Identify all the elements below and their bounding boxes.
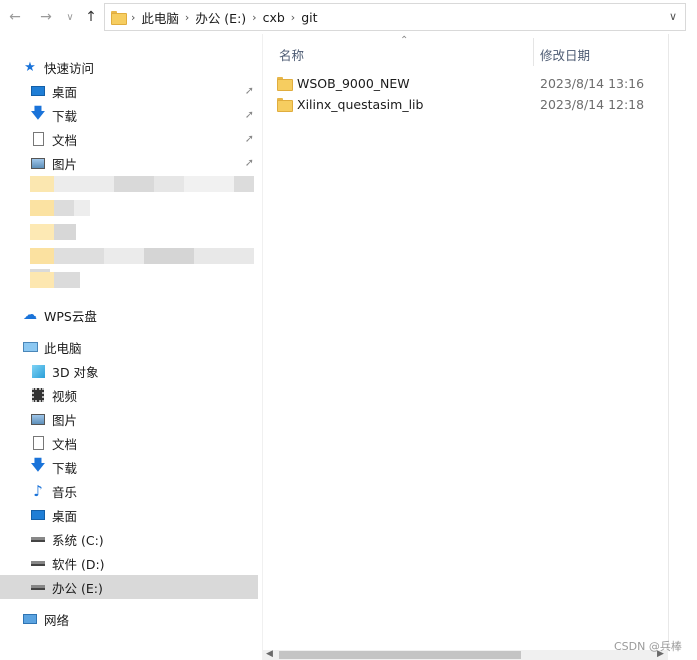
- nav-label: 桌面: [52, 84, 78, 100]
- download-icon: 🡇: [30, 455, 46, 474]
- breadcrumb-this-pc[interactable]: 此电脑: [141, 8, 179, 27]
- nav-label: 下载: [52, 460, 78, 476]
- drive-icon: [30, 579, 46, 595]
- nav-this-pc[interactable]: 此电脑: [22, 335, 82, 359]
- download-icon: 🡇: [30, 103, 46, 122]
- pin-icon[interactable]: ➚: [245, 132, 254, 145]
- nav-label: 图片: [52, 412, 78, 428]
- pin-icon[interactable]: ➚: [245, 84, 254, 97]
- chevron-down-icon[interactable]: ∨: [61, 8, 79, 26]
- chevron-right-icon[interactable]: ›: [185, 11, 189, 24]
- nav-label: 系统 (C:): [52, 532, 104, 548]
- file-list: ⌃ 名称 修改日期 WSOB_9000_NEW 2023/8/14 13:16 …: [263, 34, 697, 650]
- column-divider[interactable]: [533, 38, 534, 66]
- breadcrumb-git[interactable]: git: [301, 10, 317, 25]
- nav-label: WPS云盘: [44, 308, 97, 324]
- star-icon: ★: [24, 59, 36, 75]
- nav-item-downloads-pc[interactable]: 🡇 下载: [30, 455, 77, 479]
- computer-icon: [22, 339, 38, 355]
- desktop-icon: [30, 507, 46, 523]
- nav-item-pictures-pc[interactable]: 图片: [30, 407, 77, 431]
- picture-icon: [30, 411, 46, 427]
- pin-icon[interactable]: ➚: [245, 108, 254, 121]
- nav-item-pictures[interactable]: 图片 ➚: [30, 151, 260, 175]
- obscured-row: [30, 198, 90, 218]
- column-header-name[interactable]: 名称: [279, 42, 304, 66]
- document-icon: [30, 131, 46, 147]
- folder-icon: [277, 77, 293, 91]
- nav-label: 文档: [52, 436, 78, 452]
- nav-quick-access[interactable]: ★ 快速访问: [22, 55, 94, 79]
- breadcrumb-drive-e[interactable]: 办公 (E:): [195, 8, 246, 27]
- nav-label: 下载: [52, 108, 78, 124]
- nav-label: 文档: [52, 132, 78, 148]
- nav-network[interactable]: 网络: [22, 607, 69, 631]
- folder-icon: [277, 98, 293, 112]
- cloud-icon: ☁: [23, 307, 37, 323]
- nav-item-music[interactable]: ♪ 音乐: [30, 479, 77, 503]
- nav-item-desktop[interactable]: 桌面 ➚: [30, 79, 260, 103]
- file-date: 2023/8/14 13:16: [540, 75, 645, 91]
- document-icon: [30, 435, 46, 451]
- network-icon: [22, 611, 38, 627]
- drive-icon: [30, 531, 46, 547]
- nav-label: 图片: [52, 156, 78, 172]
- nav-label: 视频: [52, 388, 78, 404]
- nav-label: 网络: [44, 612, 70, 628]
- file-row[interactable]: WSOB_9000_NEW 2023/8/14 13:16: [277, 73, 687, 93]
- folder-icon: [111, 11, 127, 25]
- desktop-icon: [30, 83, 46, 99]
- nav-item-documents[interactable]: 文档 ➚: [30, 127, 260, 151]
- obscured-row: [30, 174, 254, 194]
- picture-icon: [30, 155, 46, 171]
- address-toolbar: ← → ∨ ↑ › 此电脑 › 办公 (E:) › cxb › git ∨: [0, 0, 697, 34]
- nav-item-3d-objects[interactable]: 3D 对象: [30, 359, 99, 383]
- arrow-up-icon[interactable]: ↑: [82, 8, 100, 26]
- obscured-row: [30, 270, 80, 290]
- drive-icon: [30, 555, 46, 571]
- nav-item-downloads[interactable]: 🡇 下载 ➚: [30, 103, 260, 127]
- watermark: CSDN @兵棒: [614, 640, 682, 653]
- nav-item-documents-pc[interactable]: 文档: [30, 431, 77, 455]
- nav-item-drive-d[interactable]: 软件 (D:): [30, 551, 105, 575]
- nav-label: 音乐: [52, 484, 78, 500]
- chevron-right-icon[interactable]: ›: [131, 11, 135, 24]
- address-dropdown-icon[interactable]: ∨: [669, 10, 677, 23]
- file-name: Xilinx_questasim_lib: [297, 96, 424, 112]
- nav-label: 桌面: [52, 508, 78, 524]
- nav-label: 3D 对象: [52, 364, 99, 380]
- nav-label: 快速访问: [44, 60, 95, 76]
- navigation-pane: ★ 快速访问 桌面 ➚ 🡇 下载 ➚ 文档 ➚ 图片 ➚ ☁ WPS云盘 此电脑…: [0, 34, 262, 660]
- content-right-border: [668, 34, 669, 650]
- obscured-row: [30, 222, 76, 242]
- nav-label: 办公 (E:): [52, 580, 103, 596]
- file-date: 2023/8/14 12:18: [540, 96, 645, 112]
- nav-item-drive-e[interactable]: 办公 (E:): [0, 575, 258, 599]
- file-name: WSOB_9000_NEW: [297, 75, 410, 91]
- nav-item-drive-c[interactable]: 系统 (C:): [30, 527, 104, 551]
- chevron-right-icon[interactable]: ›: [252, 11, 256, 24]
- chevron-right-icon[interactable]: ›: [291, 11, 295, 24]
- breadcrumb-cxb[interactable]: cxb: [263, 10, 285, 25]
- nav-label: 此电脑: [44, 340, 82, 356]
- column-header-modified[interactable]: 修改日期: [540, 42, 590, 66]
- arrow-left-icon[interactable]: ←: [6, 8, 24, 26]
- sort-ascending-icon: ⌃: [400, 35, 409, 46]
- 3d-object-icon: [30, 363, 46, 379]
- obscured-row: [30, 246, 262, 285]
- nav-wps-cloud[interactable]: ☁ WPS云盘: [22, 303, 97, 327]
- scroll-left-icon[interactable]: ◀: [266, 649, 273, 659]
- nav-item-videos[interactable]: 视频: [30, 383, 77, 407]
- nav-label: 软件 (D:): [52, 556, 105, 572]
- arrow-right-icon[interactable]: →: [37, 8, 55, 26]
- horizontal-scrollbar-thumb[interactable]: [279, 651, 521, 659]
- video-icon: [30, 387, 46, 403]
- music-icon: ♪: [33, 482, 43, 500]
- nav-item-desktop-pc[interactable]: 桌面: [30, 503, 77, 527]
- address-bar[interactable]: › 此电脑 › 办公 (E:) › cxb › git ∨: [104, 3, 686, 31]
- file-row[interactable]: Xilinx_questasim_lib 2023/8/14 12:18: [277, 94, 687, 114]
- pin-icon[interactable]: ➚: [245, 156, 254, 169]
